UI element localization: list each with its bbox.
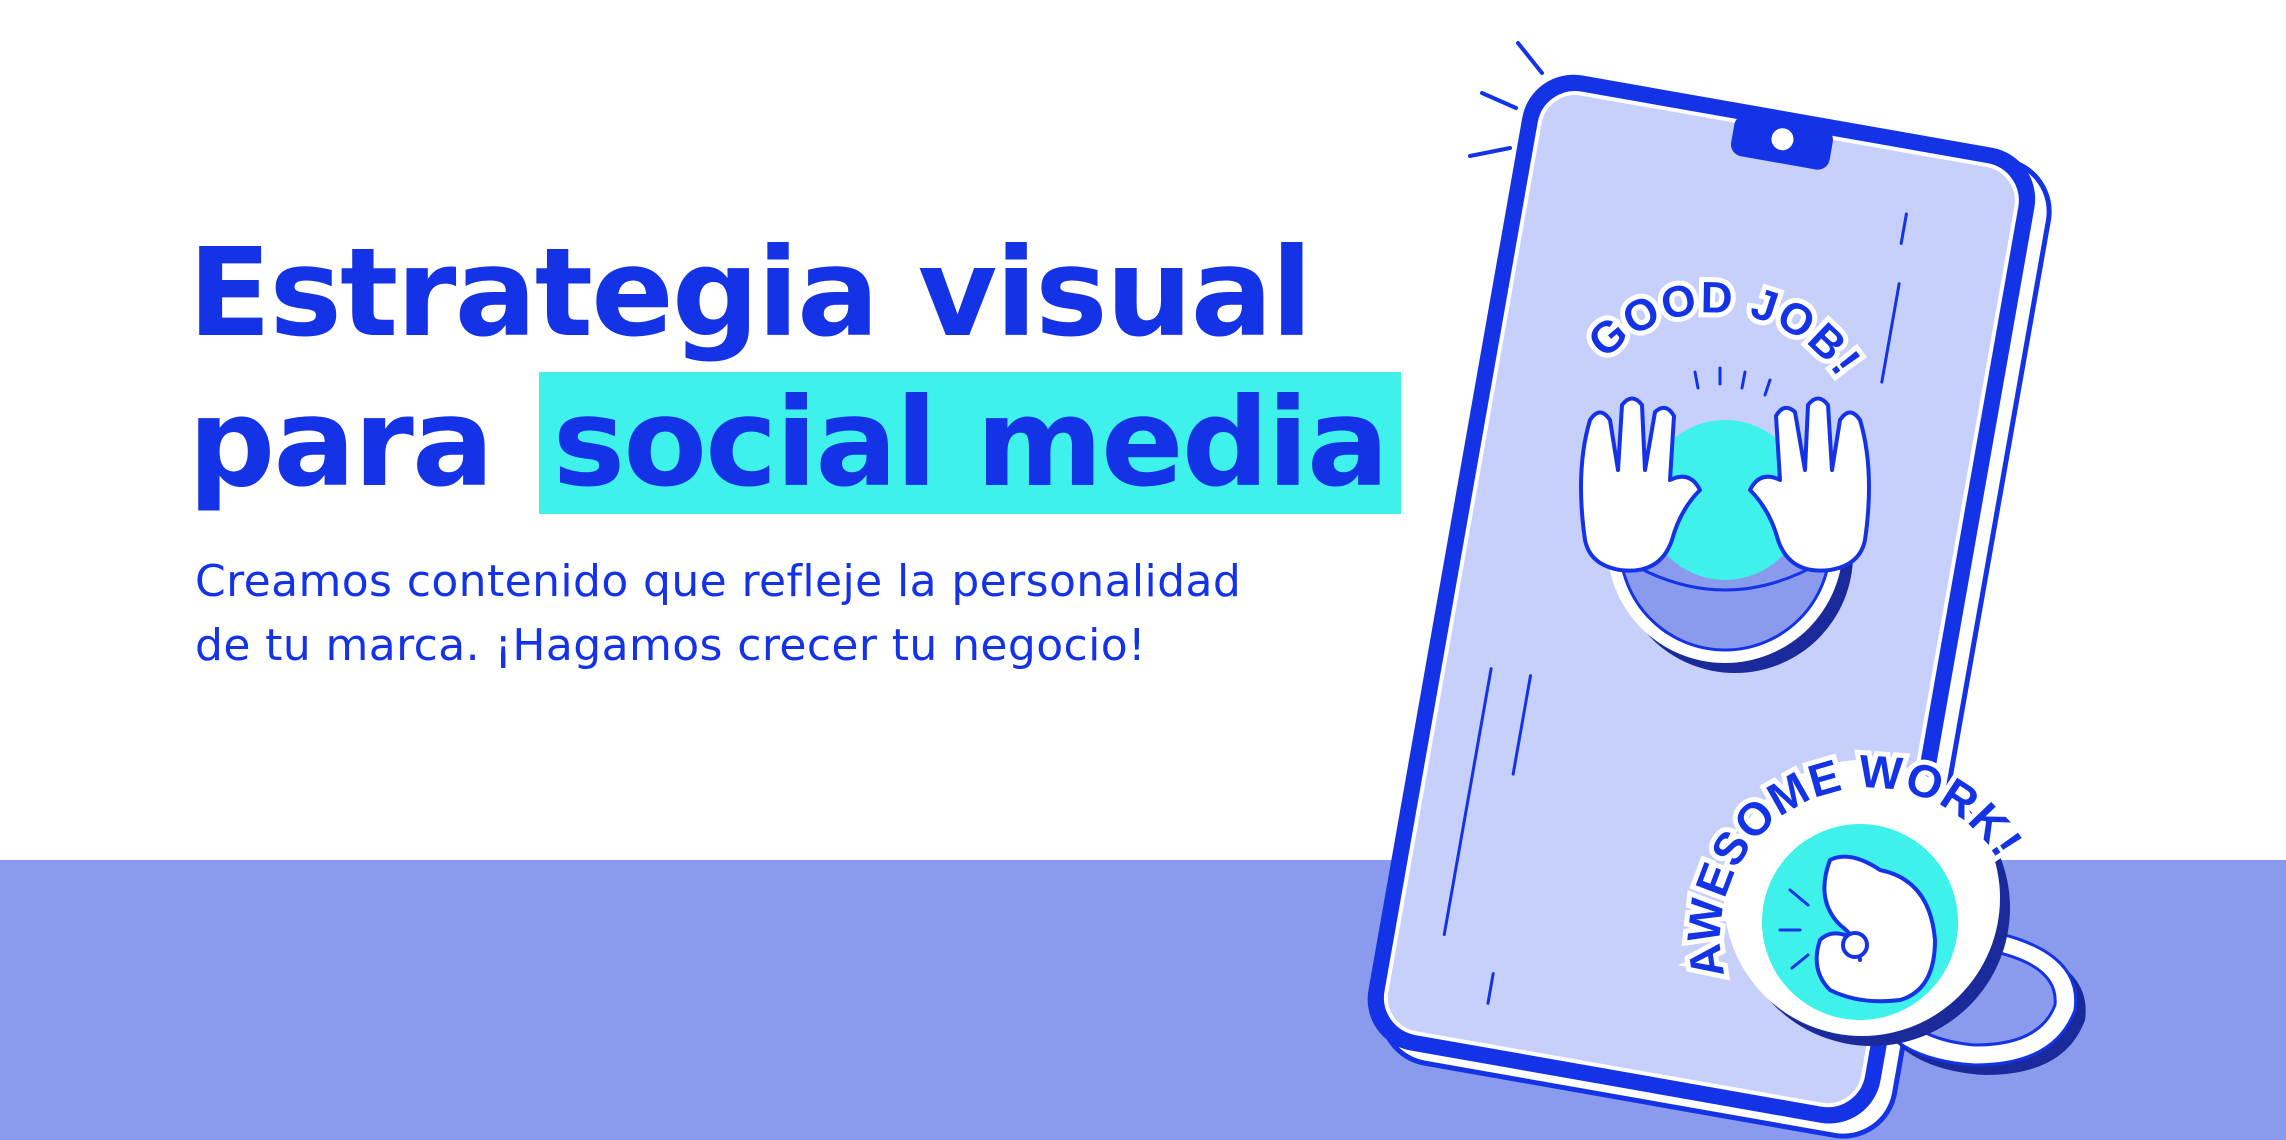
phone-illustration: GOOD JOB! AWESOME WORK! bbox=[1367, 41, 2086, 1139]
